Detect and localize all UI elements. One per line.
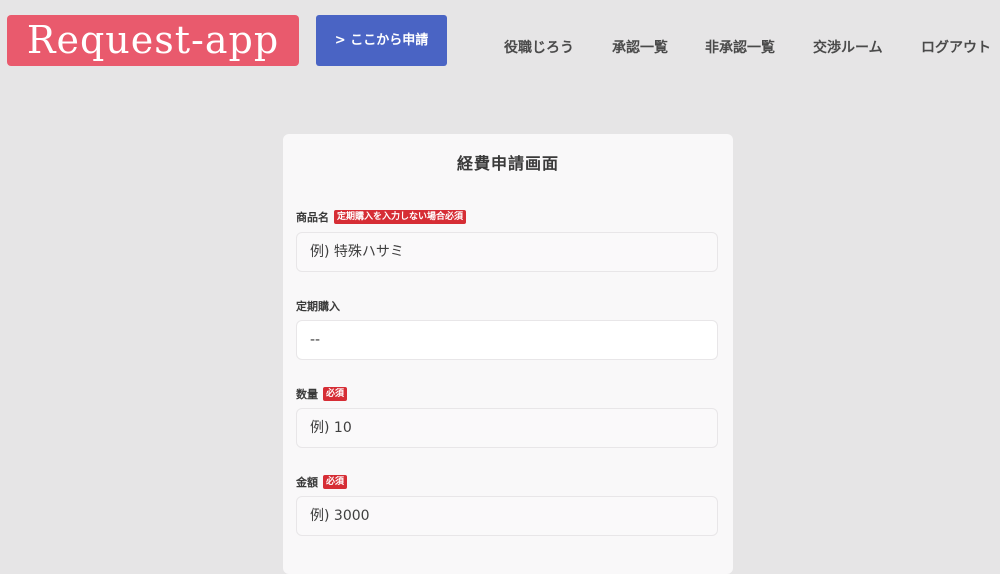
quantity-label-text: 数量 (296, 388, 318, 401)
quantity-input[interactable] (296, 408, 718, 448)
nav-item-unapproved-list[interactable]: 非承認一覧 (705, 37, 775, 57)
amount-label-text: 金額 (296, 476, 318, 489)
nav-item-logout[interactable]: ログアウト (921, 37, 991, 57)
apply-here-button[interactable]: > ここから申請 (316, 15, 447, 66)
subscription-label: 定期購入 (296, 298, 340, 314)
product-name-input[interactable] (296, 232, 718, 272)
subscription-select[interactable]: -- (296, 320, 718, 360)
required-badge: 必須 (323, 475, 348, 489)
nav-item-negotiation-room[interactable]: 交渉ルーム (813, 37, 883, 57)
app-logo[interactable]: Request-app (7, 15, 299, 66)
subscription-label-text: 定期購入 (296, 300, 340, 313)
app-header: Request-app > ここから申請 役職じろう 承認一覧 非承認一覧 交渉… (0, 0, 1000, 80)
amount-input[interactable] (296, 496, 718, 536)
product-name-label-text: 商品名 (296, 211, 329, 224)
conditional-required-badge: 定期購入を入力しない場合必須 (334, 210, 467, 224)
quantity-label: 数量 必須 (296, 386, 348, 402)
nav-item-approved-list[interactable]: 承認一覧 (612, 37, 668, 57)
form-title: 経費申請画面 (456, 154, 559, 173)
required-badge: 必須 (323, 387, 348, 401)
nav-item-role[interactable]: 役職じろう (504, 37, 574, 57)
product-name-label: 商品名 定期購入を入力しない場合必須 (296, 209, 467, 225)
amount-label: 金額 必須 (296, 474, 348, 490)
